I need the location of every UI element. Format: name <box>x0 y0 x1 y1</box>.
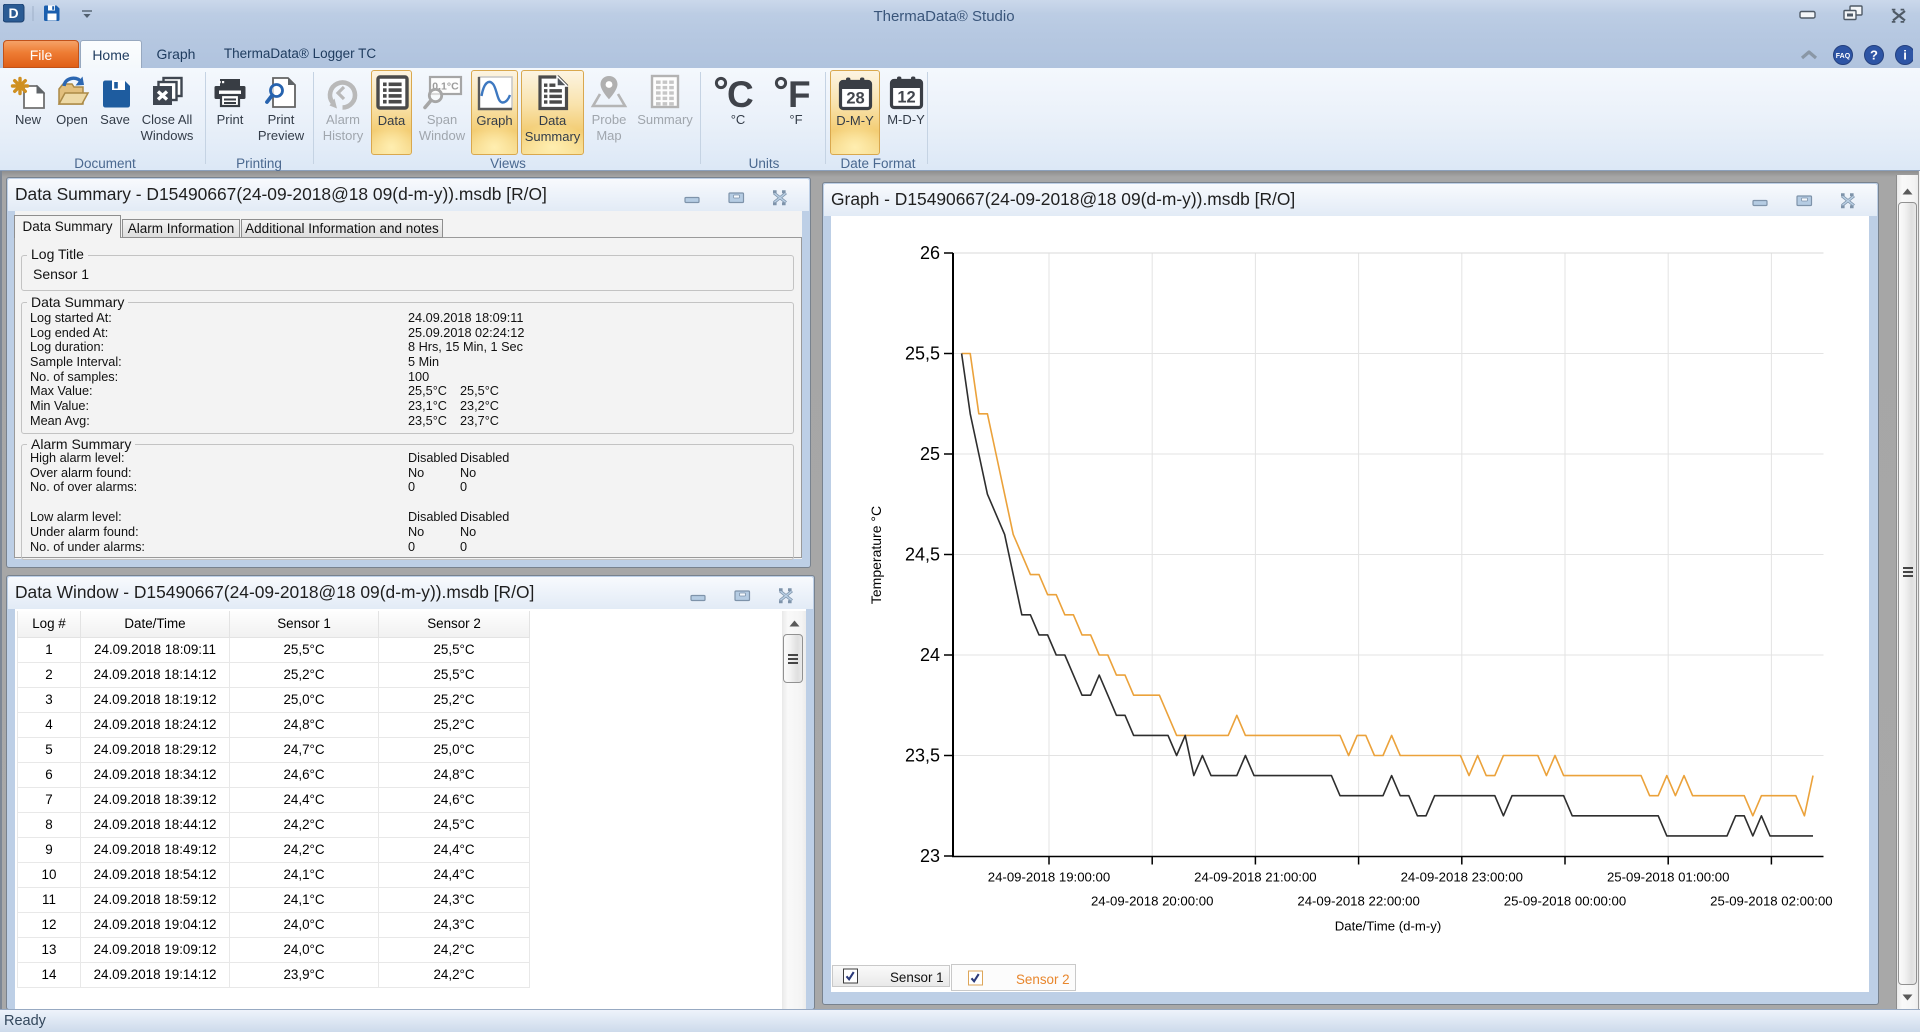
svg-text:26: 26 <box>920 243 940 263</box>
svg-text:24: 24 <box>920 645 940 665</box>
svg-text:28: 28 <box>846 90 864 108</box>
svg-text:C: C <box>727 74 754 110</box>
svg-text:24-09-2018 22:00:00: 24-09-2018 22:00:00 <box>1297 894 1419 909</box>
svg-text:25,5: 25,5 <box>905 344 940 364</box>
svg-text:?: ? <box>1870 48 1878 63</box>
svg-text:24-09-2018 19:00:00: 24-09-2018 19:00:00 <box>988 870 1110 885</box>
svg-text:23: 23 <box>920 846 940 866</box>
svg-text:24-09-2018 20:00:00: 24-09-2018 20:00:00 <box>1091 894 1213 909</box>
svg-text:Temperature °C: Temperature °C <box>868 506 884 604</box>
svg-text:25-09-2018 00:00:00: 25-09-2018 00:00:00 <box>1504 894 1626 909</box>
svg-text:F: F <box>788 74 811 110</box>
svg-text:24,5: 24,5 <box>905 545 940 565</box>
svg-text:12: 12 <box>897 89 915 107</box>
svg-text:23,5: 23,5 <box>905 746 940 766</box>
svg-text:FAQ: FAQ <box>1836 53 1851 60</box>
svg-text:25-09-2018 01:00:00: 25-09-2018 01:00:00 <box>1607 870 1729 885</box>
svg-text:24-09-2018 23:00:00: 24-09-2018 23:00:00 <box>1401 870 1523 885</box>
svg-text:25: 25 <box>920 444 940 464</box>
svg-text:24-09-2018 21:00:00: 24-09-2018 21:00:00 <box>1194 870 1316 885</box>
svg-text:Date/Time (d-m-y): Date/Time (d-m-y) <box>1335 919 1441 934</box>
svg-text:i: i <box>1903 48 1907 63</box>
svg-text:25-09-2018 02:00:00: 25-09-2018 02:00:00 <box>1710 894 1832 909</box>
